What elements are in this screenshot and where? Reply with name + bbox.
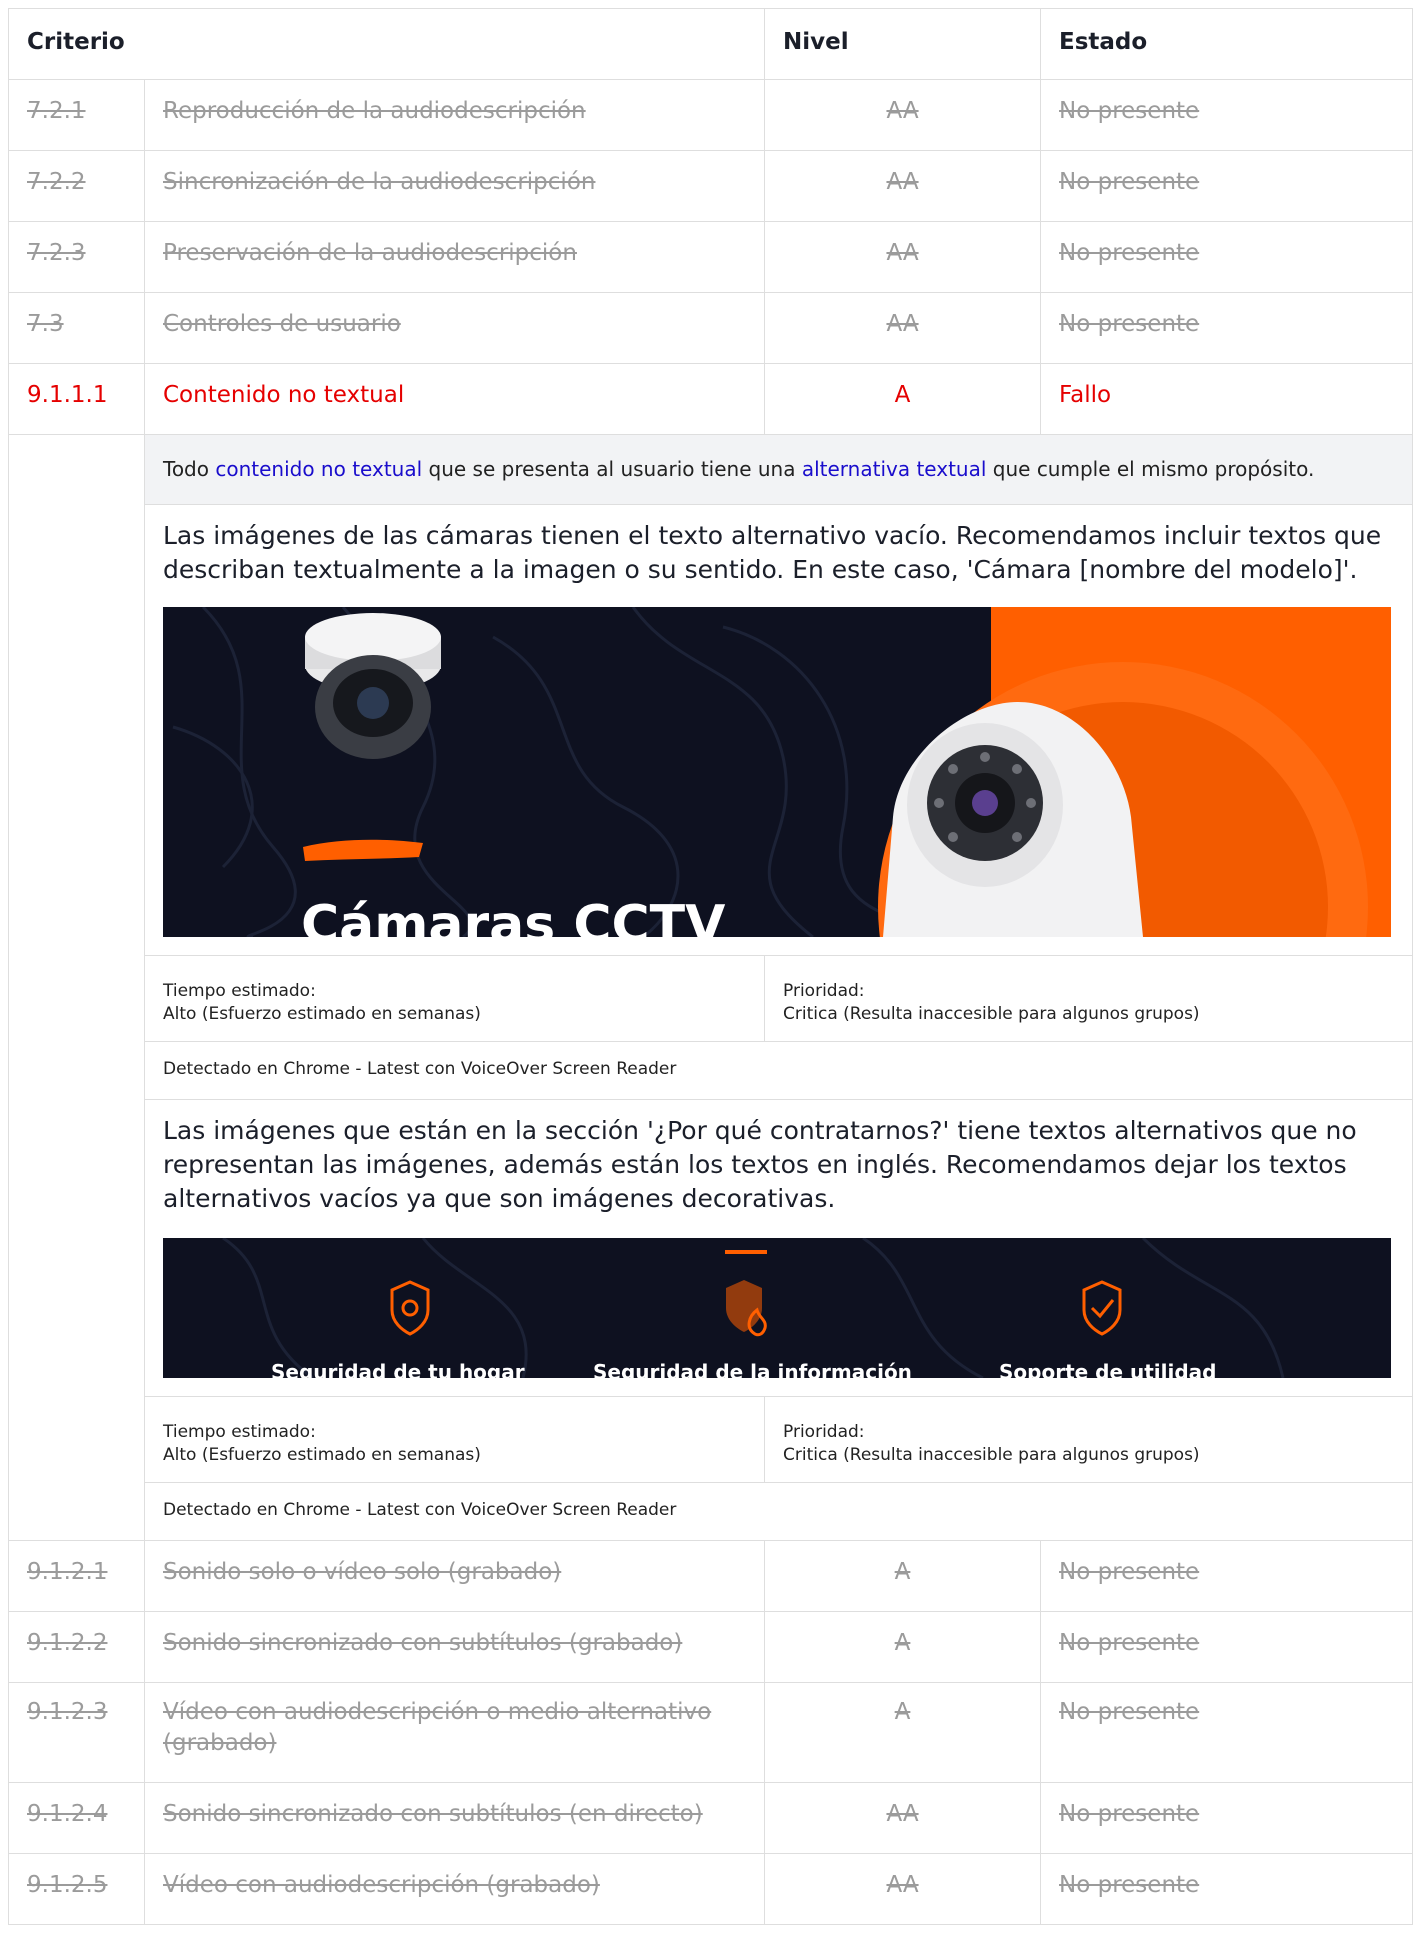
criterion-level: AA xyxy=(764,221,1042,293)
features-banner-graphic xyxy=(163,1238,1391,1378)
criterion-description: Todo contenido no textual que se present… xyxy=(143,434,1414,505)
criterion-status: No presente xyxy=(1040,292,1414,364)
criterion-level: A xyxy=(764,363,1042,435)
id-spacer-cell xyxy=(8,434,145,1541)
criterion-status: No presente xyxy=(1040,1611,1414,1683)
issue-row: Las imágenes de las cámaras tienen el te… xyxy=(9,504,1414,956)
estimated-time-value: Alto (Esfuerzo estimado en semanas) xyxy=(163,1004,481,1024)
description-text: Todo xyxy=(163,457,216,481)
criterion-id: 9.1.2.3 xyxy=(8,1682,145,1783)
criterion-level: AA xyxy=(764,1782,1042,1854)
criterion-level: A xyxy=(764,1540,1042,1612)
criterion-id: 9.1.2.4 xyxy=(8,1782,145,1854)
criterion-level: AA xyxy=(764,1853,1042,1925)
table-row-fail: 9.1.1.1 Contenido no textual A Fallo xyxy=(8,363,1414,435)
banner-title: Cámaras CCTV xyxy=(301,895,726,937)
criterion-name: Sonido sincronizado con subtítulos (en d… xyxy=(143,1782,766,1854)
criterion-id: 7.2.3 xyxy=(8,221,145,293)
table-row: 7.2.3 Preservación de la audiodescripció… xyxy=(8,221,1414,293)
issue-observation: Las imágenes de las cámaras tienen el te… xyxy=(143,504,1414,956)
issue-observation: Las imágenes que están en la sección '¿P… xyxy=(143,1099,1414,1397)
detected-in: Detectado en Chrome - Latest con VoiceOv… xyxy=(143,1041,1414,1100)
link-contenido-no-textual[interactable]: contenido no textual xyxy=(215,457,422,481)
issue-detected-row: Detectado en Chrome - Latest con VoiceOv… xyxy=(9,1482,1414,1541)
estimated-time-label: Tiempo estimado: xyxy=(163,1422,316,1442)
issue-meta-row: Tiempo estimado: Alto (Esfuerzo estimado… xyxy=(9,1396,1414,1483)
criterion-name: Sonido sincronizado con subtítulos (grab… xyxy=(143,1611,766,1683)
header-nivel: Nivel xyxy=(764,8,1042,80)
criteria-table: Criterio Nivel Estado 7.2.1 Reproducción… xyxy=(7,8,1414,1925)
criterion-status: Fallo xyxy=(1040,363,1414,435)
table-row: 9.1.2.3 Vídeo con audiodescripción o med… xyxy=(8,1682,1414,1783)
header-estado: Estado xyxy=(1040,8,1414,80)
criterion-status: No presente xyxy=(1040,1540,1414,1612)
priority-value: Critica (Resulta inaccesible para alguno… xyxy=(783,1445,1200,1465)
table-row: 9.1.2.4 Sonido sincronizado con subtítul… xyxy=(8,1782,1414,1854)
criterion-level: AA xyxy=(764,292,1042,364)
criterion-id: 7.2.1 xyxy=(8,79,145,151)
criterion-id: 7.3 xyxy=(8,292,145,364)
criterion-id: 9.1.2.2 xyxy=(8,1611,145,1683)
criterion-level: AA xyxy=(764,79,1042,151)
issue-text: Las imágenes que están en la sección '¿P… xyxy=(163,1116,1357,1213)
priority: Prioridad: Critica (Resulta inaccesible … xyxy=(764,955,1414,1042)
criterion-name: Vídeo con audiodescripción (grabado) xyxy=(143,1853,766,1925)
table-row: 7.3 Controles de usuario AA No presente xyxy=(8,292,1414,364)
priority: Prioridad: Critica (Resulta inaccesible … xyxy=(764,1396,1414,1483)
feature-title: Soporte de utilidad xyxy=(999,1360,1217,1378)
table-row: 7.2.1 Reproducción de la audiodescripció… xyxy=(8,79,1414,151)
issue-meta-row: Tiempo estimado: Alto (Esfuerzo estimado… xyxy=(9,955,1414,1042)
priority-value: Critica (Resulta inaccesible para alguno… xyxy=(783,1004,1200,1024)
criterion-status: No presente xyxy=(1040,150,1414,222)
priority-label: Prioridad: xyxy=(783,1422,865,1442)
estimated-time-label: Tiempo estimado: xyxy=(163,981,316,1001)
criterion-name: Preservación de la audiodescripción xyxy=(143,221,766,293)
cctv-banner-graphic xyxy=(163,607,1391,937)
issue-text: Las imágenes de las cámaras tienen el te… xyxy=(163,521,1382,584)
criterion-status: No presente xyxy=(1040,221,1414,293)
criterion-id: 9.1.1.1 xyxy=(8,363,145,435)
cctv-banner-image: Cámaras CCTV xyxy=(163,607,1391,937)
criterion-status: No presente xyxy=(1040,1853,1414,1925)
issue-row: Las imágenes que están en la sección '¿P… xyxy=(9,1099,1414,1397)
issue-detected-row: Detectado en Chrome - Latest con VoiceOv… xyxy=(9,1041,1414,1100)
criterion-name: Reproducción de la audiodescripción xyxy=(143,79,766,151)
link-alternativa-textual[interactable]: alternativa textual xyxy=(802,457,987,481)
criterion-status: No presente xyxy=(1040,79,1414,151)
features-banner-image: Seguridad de tu hogar Seguridad de la in… xyxy=(163,1238,1391,1378)
criterion-name: Contenido no textual xyxy=(143,363,766,435)
estimated-time: Tiempo estimado: Alto (Esfuerzo estimado… xyxy=(143,1396,766,1483)
table-header-row: Criterio Nivel Estado xyxy=(7,8,1414,80)
description-text: que cumple el mismo propósito. xyxy=(986,457,1315,481)
criterion-level: A xyxy=(764,1682,1042,1783)
estimated-time: Tiempo estimado: Alto (Esfuerzo estimado… xyxy=(143,955,766,1042)
criterion-id: 7.2.2 xyxy=(8,150,145,222)
criterion-id: 9.1.2.1 xyxy=(8,1540,145,1612)
criterion-id: 9.1.2.5 xyxy=(8,1853,145,1925)
criterion-name: Controles de usuario xyxy=(143,292,766,364)
estimated-time-value: Alto (Esfuerzo estimado en semanas) xyxy=(163,1445,481,1465)
table-row: 9.1.2.2 Sonido sincronizado con subtítul… xyxy=(8,1611,1414,1683)
table-row: 9.1.2.1 Sonido solo o vídeo solo (grabad… xyxy=(8,1540,1414,1612)
criterion-name: Vídeo con audiodescripción o medio alter… xyxy=(143,1682,766,1783)
description-row: Todo contenido no textual que se present… xyxy=(8,434,1414,1541)
criterion-status: No presente xyxy=(1040,1782,1414,1854)
feature-title: Seguridad de tu hogar xyxy=(271,1360,525,1378)
detected-in: Detectado en Chrome - Latest con VoiceOv… xyxy=(143,1482,1414,1541)
feature-title: Seguridad de la información xyxy=(593,1360,912,1378)
criterion-level: AA xyxy=(764,150,1042,222)
table-row: 9.1.2.5 Vídeo con audiodescripción (grab… xyxy=(8,1853,1414,1925)
priority-label: Prioridad: xyxy=(783,981,865,1001)
criterion-level: A xyxy=(764,1611,1042,1683)
criterion-name: Sincronización de la audiodescripción xyxy=(143,150,766,222)
header-criterio: Criterio xyxy=(7,8,766,80)
criterion-status: No presente xyxy=(1040,1682,1414,1783)
table-row: 7.2.2 Sincronización de la audiodescripc… xyxy=(8,150,1414,222)
criterion-name: Sonido solo o vídeo solo (grabado) xyxy=(143,1540,766,1612)
description-text: que se presenta al usuario tiene una xyxy=(422,457,802,481)
